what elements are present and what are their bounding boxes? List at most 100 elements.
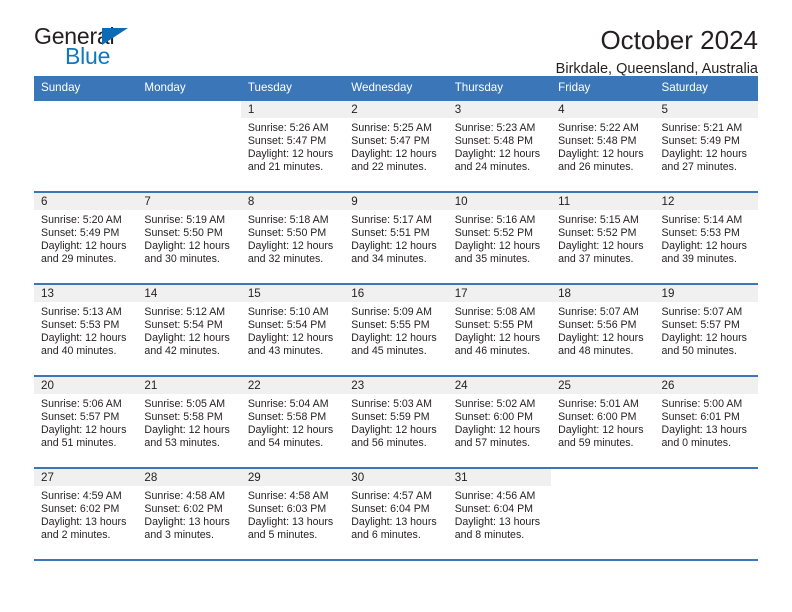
- calendar-day-cell[interactable]: 17 Sunrise: 5:08 AM Sunset: 5:55 PM Dayligh…: [447, 283, 552, 376]
- sunset-text: Sunset: 6:03 PM: [247, 503, 327, 516]
- sunset-text: Sunset: 6:01 PM: [661, 411, 740, 424]
- sunrise-text: Sunrise: 5:00 AM: [661, 398, 743, 410]
- day-number: 26: [661, 379, 675, 392]
- calendar-day-cell[interactable]: 3 Sunrise: 5:23 AM Sunset: 5:48 PM Daylight…: [447, 99, 552, 192]
- calendar-day-cell[interactable]: 15 Sunrise: 5:10 AM Sunset: 5:54 PM Dayligh…: [240, 283, 345, 376]
- sunset-text: Sunset: 6:00 PM: [558, 411, 637, 424]
- calendar-day-cell[interactable]: 29 Sunrise: 4:58 AM Sunset: 6:03 PM Dayligh…: [240, 467, 345, 561]
- calendar-day-cell[interactable]: 12 Sunrise: 5:14 AM Sunset: 5:53 PM Dayligh…: [654, 191, 758, 284]
- calendar-day-cell[interactable]: 6 Sunrise: 5:20 AM Sunset: 5:49 PM Daylight…: [34, 191, 138, 284]
- calendar-day-cell[interactable]: 25 Sunrise: 5:01 AM Sunset: 6:00 PM Dayligh…: [551, 375, 655, 468]
- day-number-band: 13: [34, 285, 138, 302]
- location-subtitle: Birkdale, Queensland, Australia: [555, 61, 758, 78]
- day-number-band: 3: [447, 101, 552, 118]
- calendar-day-cell[interactable]: 19 Sunrise: 5:07 AM Sunset: 5:57 PM Dayligh…: [654, 283, 758, 376]
- calendar-day-cell[interactable]: 13 Sunrise: 5:13 AM Sunset: 5:53 PM Dayligh…: [34, 283, 138, 376]
- calendar-empty-cell: [551, 467, 655, 561]
- day-number: 11: [558, 195, 571, 208]
- day-cell-inner: 23 Sunrise: 5:03 AM Sunset: 5:59 PM Dayligh…: [344, 377, 448, 467]
- calendar-day-cell[interactable]: 11 Sunrise: 5:15 AM Sunset: 5:52 PM Dayligh…: [551, 191, 655, 284]
- calendar-day-cell[interactable]: 31 Sunrise: 4:56 AM Sunset: 6:04 PM Dayligh…: [447, 467, 552, 561]
- daylight-text-line2: and 35 minutes.: [454, 253, 531, 266]
- day-number-band: 4: [551, 101, 655, 118]
- general-blue-logo[interactable]: General Blue: [34, 25, 146, 71]
- sunrise-text: Sunrise: 5:26 AM: [247, 122, 329, 134]
- day-number: 23: [351, 379, 365, 392]
- calendar-day-cell[interactable]: 1 Sunrise: 5:26 AM Sunset: 5:47 PM Daylight…: [240, 99, 345, 192]
- day-number-band: 12: [654, 193, 758, 210]
- sunrise-text: Sunrise: 5:13 AM: [41, 306, 122, 318]
- day-number-band: 10: [447, 193, 552, 210]
- sunset-text: Sunset: 5:54 PM: [247, 319, 327, 332]
- calendar-day-cell[interactable]: 14 Sunrise: 5:12 AM Sunset: 5:54 PM Dayligh…: [137, 283, 241, 376]
- calendar-day-cell[interactable]: 10 Sunrise: 5:16 AM Sunset: 5:52 PM Dayligh…: [447, 191, 552, 284]
- calendar-day-cell[interactable]: 21 Sunrise: 5:05 AM Sunset: 5:58 PM Dayligh…: [137, 375, 241, 468]
- calendar-day-cell[interactable]: 28 Sunrise: 4:58 AM Sunset: 6:02 PM Dayligh…: [137, 467, 241, 561]
- day-details: Sunrise: 5:05 AM Sunset: 5:58 PM Daylight:…: [137, 394, 240, 450]
- day-number: 21: [144, 379, 158, 392]
- day-number: 28: [144, 471, 158, 484]
- page-masthead: General Blue October 2024 Birkdale, Quee…: [34, 0, 758, 78]
- calendar-day-cell[interactable]: 27 Sunrise: 4:59 AM Sunset: 6:02 PM Dayligh…: [34, 467, 138, 561]
- day-cell-inner: 19 Sunrise: 5:07 AM Sunset: 5:57 PM Dayligh…: [654, 285, 758, 375]
- calendar-day-cell[interactable]: 8 Sunrise: 5:18 AM Sunset: 5:50 PM Daylight…: [240, 191, 345, 284]
- calendar-day-cell[interactable]: 18 Sunrise: 5:07 AM Sunset: 5:56 PM Dayligh…: [551, 283, 655, 376]
- calendar-day-cell[interactable]: 23 Sunrise: 5:03 AM Sunset: 5:59 PM Dayligh…: [344, 375, 448, 468]
- daylight-text-line2: and 21 minutes.: [247, 161, 324, 174]
- day-number-band: 29: [240, 469, 345, 486]
- weekday-header-thursday: Thursday: [447, 76, 552, 100]
- day-details: Sunrise: 5:26 AM Sunset: 5:47 PM Daylight:…: [241, 118, 344, 174]
- day-number-band: 16: [344, 285, 448, 302]
- calendar-day-cell[interactable]: 4 Sunrise: 5:22 AM Sunset: 5:48 PM Daylight…: [551, 99, 655, 192]
- day-cell-inner: 16 Sunrise: 5:09 AM Sunset: 5:55 PM Dayligh…: [344, 285, 448, 375]
- weekday-header-tuesday: Tuesday: [240, 76, 345, 100]
- calendar-day-cell[interactable]: 2 Sunrise: 5:25 AM Sunset: 5:47 PM Daylight…: [344, 99, 448, 192]
- calendar-day-cell[interactable]: 30 Sunrise: 4:57 AM Sunset: 6:04 PM Dayligh…: [344, 467, 448, 561]
- day-details: Sunrise: 5:22 AM Sunset: 5:48 PM Daylight:…: [551, 118, 654, 174]
- sunrise-text: Sunrise: 5:03 AM: [351, 398, 432, 410]
- calendar-day-cell[interactable]: 5 Sunrise: 5:21 AM Sunset: 5:49 PM Daylight…: [654, 99, 758, 192]
- day-number-band: 1: [240, 101, 345, 118]
- daylight-text-line2: and 54 minutes.: [247, 437, 324, 450]
- day-number: 16: [351, 287, 365, 300]
- daylight-text-line1: Daylight: 12 hours: [454, 148, 541, 161]
- day-cell-inner: 9 Sunrise: 5:17 AM Sunset: 5:51 PM Daylight…: [344, 193, 448, 283]
- calendar-page: General Blue October 2024 Birkdale, Quee…: [0, 0, 792, 612]
- calendar-day-cell[interactable]: 7 Sunrise: 5:19 AM Sunset: 5:50 PM Daylight…: [137, 191, 241, 284]
- day-number: 6: [41, 195, 48, 208]
- day-number: 14: [144, 287, 158, 300]
- daylight-text-line1: Daylight: 12 hours: [558, 148, 644, 161]
- day-number: 4: [558, 103, 565, 116]
- day-number-band: 31: [447, 469, 552, 486]
- day-number-band: 8: [240, 193, 345, 210]
- sunrise-text: Sunrise: 5:08 AM: [454, 306, 536, 318]
- sunrise-text: Sunrise: 5:25 AM: [351, 122, 432, 134]
- day-details: Sunrise: 5:20 AM Sunset: 5:49 PM Daylight:…: [34, 210, 137, 266]
- calendar-day-cell[interactable]: 22 Sunrise: 5:04 AM Sunset: 5:58 PM Dayligh…: [240, 375, 345, 468]
- day-number: 9: [351, 195, 358, 208]
- day-number-band: 5: [654, 101, 758, 118]
- sunrise-text: Sunrise: 5:16 AM: [454, 214, 536, 226]
- day-cell-inner: [34, 101, 138, 191]
- calendar-day-cell[interactable]: 20 Sunrise: 5:06 AM Sunset: 5:57 PM Dayligh…: [34, 375, 138, 468]
- day-details: Sunrise: 5:13 AM Sunset: 5:53 PM Daylight:…: [34, 302, 137, 358]
- calendar-day-cell[interactable]: 9 Sunrise: 5:17 AM Sunset: 5:51 PM Daylight…: [344, 191, 448, 284]
- sunset-text: Sunset: 5:52 PM: [558, 227, 637, 240]
- sunset-text: Sunset: 5:48 PM: [454, 135, 534, 148]
- day-cell-inner: 11 Sunrise: 5:15 AM Sunset: 5:52 PM Dayligh…: [551, 193, 655, 283]
- calendar-week-row: 6 Sunrise: 5:20 AM Sunset: 5:49 PM Daylight…: [34, 191, 758, 284]
- sunset-text: Sunset: 5:53 PM: [41, 319, 120, 332]
- day-cell-inner: 24 Sunrise: 5:02 AM Sunset: 6:00 PM Dayligh…: [447, 377, 552, 467]
- calendar-day-cell[interactable]: 16 Sunrise: 5:09 AM Sunset: 5:55 PM Dayligh…: [344, 283, 448, 376]
- day-number: 3: [454, 103, 462, 116]
- daylight-text-line2: and 48 minutes.: [558, 345, 634, 358]
- sunset-text: Sunset: 5:57 PM: [661, 319, 740, 332]
- day-number-band: 21: [137, 377, 241, 394]
- sunset-text: Sunset: 5:47 PM: [247, 135, 327, 148]
- day-cell-inner: 10 Sunrise: 5:16 AM Sunset: 5:52 PM Dayligh…: [447, 193, 552, 283]
- day-number: 31: [454, 471, 468, 484]
- calendar-day-cell[interactable]: 26 Sunrise: 5:00 AM Sunset: 6:01 PM Dayligh…: [654, 375, 758, 468]
- sunrise-text: Sunrise: 4:59 AM: [41, 490, 122, 502]
- calendar-day-cell[interactable]: 24 Sunrise: 5:02 AM Sunset: 6:00 PM Dayligh…: [447, 375, 552, 468]
- daylight-text-line2: and 8 minutes.: [454, 529, 525, 542]
